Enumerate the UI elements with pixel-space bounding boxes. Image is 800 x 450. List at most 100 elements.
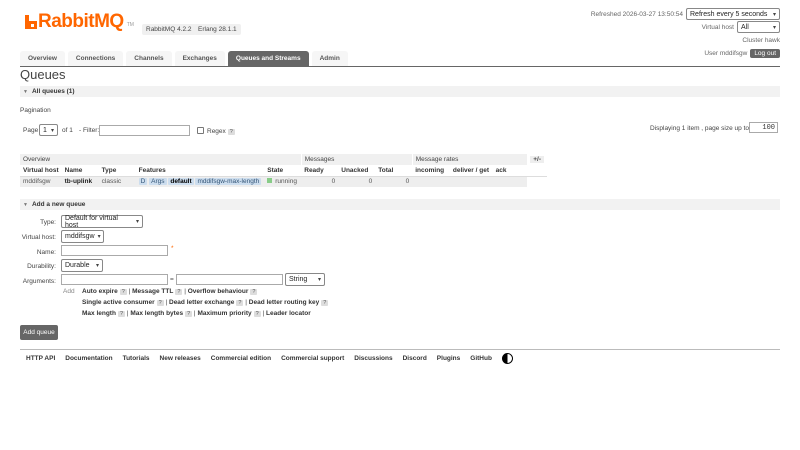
col-vhost[interactable]: Virtual host: [20, 165, 62, 177]
cell-vhost: mddifsgw: [20, 176, 62, 187]
col-name[interactable]: Name: [61, 165, 99, 177]
cell-features: D Args default mddifsgw-max-length: [135, 176, 265, 187]
tab-exchanges[interactable]: Exchanges: [174, 51, 225, 66]
arg-max-length[interactable]: Max length: [82, 310, 116, 317]
pagination-heading: Pagination: [20, 107, 51, 114]
main-tabs: Overview Connections Channels Exchanges …: [20, 51, 351, 66]
footer-link-documentation[interactable]: Documentation: [65, 355, 112, 362]
tab-connections[interactable]: Connections: [67, 51, 124, 66]
footer-link-discord[interactable]: Discord: [403, 355, 427, 362]
tab-queues-and-streams[interactable]: Queues and Streams: [227, 51, 309, 66]
col-state[interactable]: State: [264, 165, 302, 177]
argument-value-input[interactable]: [176, 274, 283, 285]
footer-link-commercial-support[interactable]: Commercial support: [281, 355, 344, 362]
add-queue-button[interactable]: Add queue: [20, 325, 58, 340]
regex-help[interactable]: ?: [227, 129, 235, 135]
col-features: Features: [135, 165, 265, 177]
table-column-header: Virtual host Name Type Features State Re…: [20, 165, 548, 177]
name-label: Name:: [36, 249, 56, 256]
help-icon[interactable]: ?: [236, 300, 244, 306]
version-badge: RabbitMQ 4.2.2: [142, 24, 196, 35]
page-title: Queues: [20, 67, 66, 82]
help-icon[interactable]: ?: [156, 300, 164, 306]
help-icon[interactable]: ?: [119, 289, 127, 295]
argument-key-input[interactable]: [61, 274, 168, 285]
chevron-down-icon: ▾: [95, 263, 99, 269]
group-message-rates: Message rates: [411, 154, 528, 165]
tab-overview[interactable]: Overview: [20, 51, 65, 66]
footer-links: HTTP API Documentation Tutorials New rel…: [26, 352, 513, 364]
footer-link-new-releases[interactable]: New releases: [160, 355, 201, 362]
tab-admin[interactable]: Admin: [311, 51, 348, 66]
cell-state: running: [264, 176, 302, 187]
arg-overflow-behaviour[interactable]: Overflow behaviour: [188, 288, 249, 295]
rabbitmq-logo: RabbitMQ TM: [25, 11, 134, 32]
chevron-down-icon: ▾: [50, 127, 54, 134]
arg-links-row-2: Single active consumer? | Dead letter ex…: [82, 299, 329, 306]
rabbitmq-logo-icon: [25, 15, 37, 29]
durability-label: Durability:: [27, 263, 56, 270]
arg-leader-locator[interactable]: Leader locator: [266, 310, 311, 317]
table-group-header: Overview Messages Message rates +/-: [20, 154, 548, 165]
equals-sign: =: [170, 276, 174, 283]
filter-input[interactable]: [99, 125, 190, 136]
col-total[interactable]: Total: [375, 165, 413, 177]
page-of-text: of 1: [62, 127, 73, 134]
cell-type: classic: [98, 176, 136, 187]
cell-queue-name[interactable]: tb-uplink: [61, 176, 99, 187]
durability-select[interactable]: Durable ▾: [61, 259, 103, 272]
queue-vhost-select[interactable]: mddifsgw ▾: [61, 230, 104, 243]
help-icon[interactable]: ?: [175, 289, 183, 295]
help-icon[interactable]: ?: [321, 300, 329, 306]
arg-message-ttl[interactable]: Message TTL: [132, 288, 173, 295]
all-queues-toggle[interactable]: ▼ All queues (1): [20, 86, 780, 97]
queue-type-select[interactable]: Default for virtual host ▾: [61, 215, 143, 229]
help-icon[interactable]: ?: [253, 311, 261, 317]
header-controls: Refreshed 2026-03-27 13:50:54 Refresh ev…: [591, 8, 780, 60]
arg-links-row-1: Auto expire? | Message TTL? | Overflow b…: [82, 288, 258, 295]
col-deliver-get[interactable]: deliver / get: [449, 165, 493, 177]
footer-link-http-api[interactable]: HTTP API: [26, 355, 55, 362]
col-incoming[interactable]: incoming: [412, 165, 450, 177]
page-size-input[interactable]: 100: [749, 122, 778, 133]
table-row[interactable]: mddifsgw tb-uplink classic D Args defaul…: [20, 176, 548, 187]
arg-auto-expire[interactable]: Auto expire: [82, 288, 118, 295]
footer-link-commercial-edition[interactable]: Commercial edition: [211, 355, 271, 362]
feature-policy-tag[interactable]: mddifsgw-max-length: [195, 178, 262, 186]
cell-ack: [492, 176, 528, 187]
arg-dead-letter-exchange[interactable]: Dead letter exchange: [169, 299, 234, 306]
arg-single-active-consumer[interactable]: Single active consumer: [82, 299, 155, 306]
help-icon[interactable]: ?: [117, 311, 126, 317]
footer-link-discussions[interactable]: Discussions: [354, 355, 392, 362]
col-ready[interactable]: Ready: [301, 165, 339, 177]
add-arguments-label: Add: [63, 288, 75, 295]
theme-toggle-icon[interactable]: [501, 352, 513, 364]
arg-links-row-3: Max length? | Max length bytes? | Maximu…: [82, 310, 311, 317]
footer-link-plugins[interactable]: Plugins: [437, 355, 460, 362]
arg-maximum-priority[interactable]: Maximum priority: [197, 310, 251, 317]
arg-dead-letter-routing-key[interactable]: Dead letter routing key: [249, 299, 319, 306]
page-select[interactable]: 1 ▾: [39, 124, 58, 136]
logout-button[interactable]: Log out: [750, 48, 780, 58]
arg-max-length-bytes[interactable]: Max length bytes: [130, 310, 183, 317]
add-queue-toggle[interactable]: ▼ Add a new queue: [20, 199, 780, 210]
cluster-text: Cluster hawk: [742, 36, 780, 44]
help-icon[interactable]: ?: [185, 311, 193, 317]
tab-channels[interactable]: Channels: [126, 51, 172, 66]
refresh-select[interactable]: Refresh every 5 seconds ▾: [686, 8, 780, 20]
chevron-down-icon: ▾: [97, 234, 101, 240]
col-ack[interactable]: ack: [492, 165, 528, 177]
col-unacked[interactable]: Unacked: [338, 165, 376, 177]
col-type[interactable]: Type: [98, 165, 136, 177]
footer-link-tutorials[interactable]: Tutorials: [123, 355, 150, 362]
vhost-field-label: Virtual host:: [21, 234, 56, 241]
columns-toggle-button[interactable]: +/-: [530, 156, 545, 163]
vhost-select[interactable]: All ▾: [737, 21, 780, 33]
argument-type-select[interactable]: String ▾: [285, 273, 325, 286]
help-icon[interactable]: ?: [250, 289, 258, 295]
arguments-label: Arguments:: [22, 278, 56, 285]
queue-name-input[interactable]: [61, 245, 168, 256]
group-messages: Messages: [300, 154, 413, 165]
regex-checkbox[interactable]: [197, 127, 204, 134]
footer-link-github[interactable]: GitHub: [470, 355, 492, 362]
